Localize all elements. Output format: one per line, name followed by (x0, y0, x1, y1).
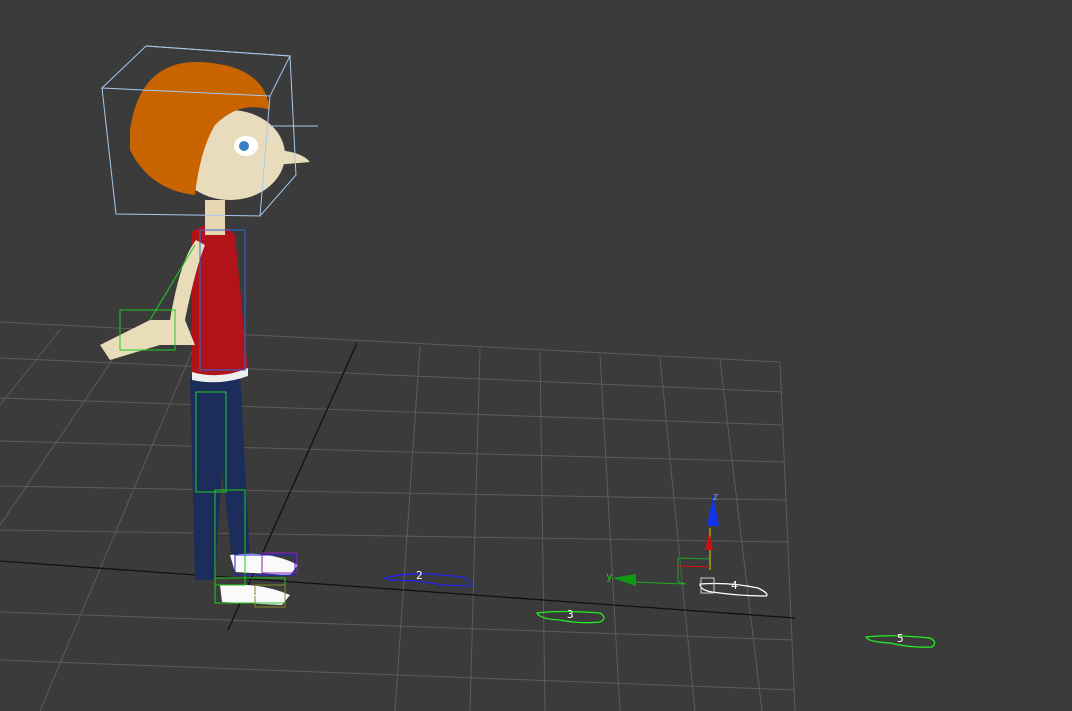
footstep-5[interactable]: 5 (865, 632, 936, 648)
y-axis-arrow (612, 574, 636, 586)
footstep-label: 4 (731, 579, 738, 592)
scene: 0 1 2 3 4 5 z y (0, 45, 936, 711)
footstep-3[interactable]: 3 (536, 608, 605, 624)
footstep-label: 3 (567, 608, 574, 621)
footstep-label: 0 (264, 560, 271, 573)
footstep-label: 2 (416, 569, 423, 582)
world-axes (0, 342, 796, 631)
footstep-0[interactable]: 0 (264, 560, 271, 573)
footstep-2[interactable]: 2 (383, 569, 473, 587)
z-axis-label: z (712, 490, 719, 503)
viewport-3d[interactable]: 0 1 2 3 4 5 z y (0, 0, 1072, 711)
footstep-1[interactable]: 1 (250, 586, 257, 599)
y-axis-label: y (606, 570, 613, 583)
footstep-label: 5 (897, 632, 904, 645)
home-grid (0, 321, 796, 711)
transform-gizmo[interactable]: z y (606, 490, 719, 586)
character-biped (100, 61, 310, 605)
footstep-4[interactable]: 4 (699, 577, 768, 597)
footstep-label: 1 (250, 586, 257, 599)
